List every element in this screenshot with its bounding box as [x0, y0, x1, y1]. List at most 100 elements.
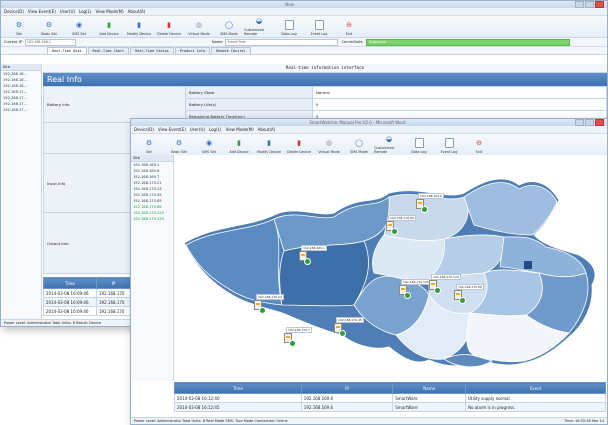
toolbar-button-event-log[interactable]: Event Log — [434, 138, 464, 154]
menu-log[interactable]: Log(L) — [209, 127, 222, 132]
status-ok-icon — [434, 287, 441, 294]
map-view[interactable]: 192.168.170.68 192.168.169.6 192.168.169.1… — [174, 155, 607, 381]
modify-device-icon: ▮ — [267, 139, 271, 147]
exit-icon: ⊖ — [346, 21, 352, 29]
front-menubar: Device(D) View Event(E) User(U) Log(L) V… — [131, 126, 607, 134]
menu-user[interactable]: User(U) — [60, 9, 75, 14]
event-row[interactable]: 2014-03-08 16:09:46 192.168.170 — [43, 297, 131, 307]
event-row[interactable]: 2014-03-08 16:12:40 192.168.169.6 SmartWar… — [174, 393, 606, 403]
toolbar-button-add-device[interactable]: ▮ Add Device — [224, 139, 254, 155]
front-window-title: SmartWatcher Manual Pro V2.0 - Microsoft… — [309, 120, 406, 125]
menu-about[interactable]: About(A) — [128, 9, 146, 14]
menu-view-event[interactable]: View Event(E) — [158, 127, 186, 132]
front-statusbar: Power Level: Administrator Total Units: … — [131, 417, 607, 424]
toolbar-button-delete-device[interactable]: ▮ Delete Device — [284, 139, 314, 155]
menu-user[interactable]: User(U) — [190, 127, 205, 132]
toolbar-button-modify-device[interactable]: ▮ Modify Device — [254, 139, 284, 155]
toolbar-button-exit[interactable]: ⊖ Exit — [334, 21, 364, 37]
toolbar-button-exit[interactable]: ⊖ Exit — [464, 139, 494, 155]
toolbar-button-event-log[interactable]: Event Log — [304, 20, 334, 36]
toolbar-button-basic-set[interactable]: ⚙ Basic Set — [164, 139, 194, 155]
delete-device-icon: ▮ — [167, 21, 171, 29]
data-log-icon — [284, 20, 294, 30]
toolbar-button-label: Set — [16, 32, 22, 36]
site-item[interactable]: 192.168.17... — [1, 107, 41, 113]
maximize-icon[interactable] — [585, 119, 594, 126]
toolbar-button-remote[interactable]: ◒ Customized Remote — [244, 17, 274, 37]
event-cell: 2014-03-08 16:12:45 — [174, 402, 302, 412]
event-column-header[interactable]: IP — [300, 382, 394, 394]
event-cell: No alarm is in progress. — [465, 402, 606, 412]
toolbar-button-virtual-mode[interactable]: ◍ Virtual Mode — [314, 139, 344, 155]
data-log-icon — [414, 138, 424, 148]
event-cell: SmartWare — [392, 402, 467, 412]
basic-set-icon: ⚙ — [45, 21, 53, 29]
event-column-header[interactable]: Time — [43, 277, 97, 289]
front-status-text: Power Level: Administrator Total Units: … — [134, 419, 288, 423]
toolbar-button-label: Set — [146, 150, 152, 154]
name-field[interactable]: Smart Pure — [225, 38, 339, 46]
menu-view-mode[interactable]: View Mode(M) — [225, 127, 253, 132]
event-cell: 192.168.170 — [96, 306, 131, 316]
toolbar-button-label: Delete Device — [287, 150, 311, 154]
front-toolbar: ⚙ Set ⚙ Basic Set ◉ SMS Set ▮ Add Device ▮ Modify… — [131, 134, 607, 156]
status-ok-icon — [304, 258, 311, 265]
event-row[interactable]: 2014-03-08 16:09:46 192.168.170 — [43, 306, 131, 316]
toolbar-button-gear[interactable]: ⚙ Set — [134, 139, 164, 155]
tab-remote-control[interactable]: Remote Control — [211, 47, 251, 54]
current-ip-field[interactable]: 192.168.169.1 — [24, 38, 76, 46]
site-item[interactable]: 192.168.170.129 — [131, 216, 173, 222]
info-banner: Real-time information interface — [43, 64, 607, 73]
tab-real-time-chart[interactable]: Real-Time Chart — [87, 47, 130, 54]
toolbar-button-data-log[interactable]: Data Log — [274, 20, 304, 36]
toolbar-button-add-device[interactable]: ▮ Add Device — [94, 21, 124, 37]
event-column-header[interactable]: Name — [392, 382, 467, 394]
toolbar-button-sms-mode[interactable]: ◯ SMS Mode — [214, 21, 244, 37]
minimize-icon[interactable] — [575, 119, 584, 126]
toolbar-button-label: Modify Device — [127, 32, 151, 36]
toolbar-button-sms-mode[interactable]: ◯ SMS Mode — [344, 139, 374, 155]
event-row[interactable]: 2014-03-08 16:09:46 192.168.170 — [43, 288, 131, 298]
add-device-icon: ▮ — [107, 21, 111, 29]
sms-icon: ◉ — [75, 21, 83, 29]
tab-real-time-data[interactable]: Real-Time Data — [47, 47, 87, 54]
toolbar-button-data-log[interactable]: Data Log — [404, 138, 434, 154]
virtual-mode-icon: ◍ — [195, 21, 203, 29]
site-tree-header: Site — [131, 155, 173, 162]
menu-log[interactable]: Log(L) — [79, 9, 92, 14]
menu-about[interactable]: About(A) — [258, 127, 276, 132]
minimize-icon[interactable] — [575, 1, 584, 8]
event-row[interactable]: 2014-03-08 16:12:45 192.168.169.6 SmartWar… — [174, 402, 606, 412]
toolbar-button-label: SMS Mode — [220, 32, 238, 36]
toolbar-button-sms[interactable]: ◉ SMS Set — [194, 139, 224, 155]
toolbar-button-basic-set[interactable]: ⚙ Basic Set — [34, 21, 64, 37]
event-header-row: Time IP Name Event — [174, 382, 606, 394]
event-column-header[interactable]: IP — [96, 277, 131, 289]
tab-product-info[interactable]: Product Info — [174, 47, 211, 54]
menu-device[interactable]: Device(D) — [134, 127, 154, 132]
front-event-table: Time IP Name Event 2014-03-08 16:12:40 192.16… — [174, 382, 606, 412]
event-cell: 192.168.170 — [96, 297, 131, 307]
event-cell: 192.168.169.6 — [300, 393, 394, 403]
event-column-header[interactable]: Time — [174, 382, 302, 394]
remote-icon: ◒ — [385, 135, 393, 143]
event-column-header[interactable]: Event — [465, 382, 606, 394]
tab-real-time-status[interactable]: Real-Time Status — [130, 47, 174, 54]
menu-view-mode[interactable]: View Mode(M) — [95, 9, 123, 14]
toolbar-button-sms[interactable]: ◉ SMS Set — [64, 21, 94, 37]
close-icon[interactable] — [595, 119, 604, 126]
toolbar-button-virtual-mode[interactable]: ◍ Virtual Mode — [184, 21, 214, 37]
maximize-icon[interactable] — [585, 1, 594, 8]
status-ok-icon — [289, 340, 296, 347]
toolbar-button-gear[interactable]: ⚙ Set — [4, 21, 34, 37]
menu-device[interactable]: Device(D) — [4, 9, 24, 14]
gear-icon: ⚙ — [15, 21, 23, 29]
back-toolbar: ⚙ Set ⚙ Basic Set ◉ SMS Set ▮ Add Device ▮ Modify… — [1, 16, 607, 38]
back-titlebar: New — [1, 1, 607, 8]
toolbar-button-modify-device[interactable]: ▮ Modify Device — [124, 21, 154, 37]
toolbar-button-delete-device[interactable]: ▮ Delete Device — [154, 21, 184, 37]
back-site-tree: Site 192.168.16... 192.168.16... 192.168.1… — [1, 64, 42, 319]
menu-view-event[interactable]: View Event(E) — [28, 9, 56, 14]
close-icon[interactable] — [595, 1, 604, 8]
toolbar-button-remote[interactable]: ◒ Customized Remote — [374, 135, 404, 155]
